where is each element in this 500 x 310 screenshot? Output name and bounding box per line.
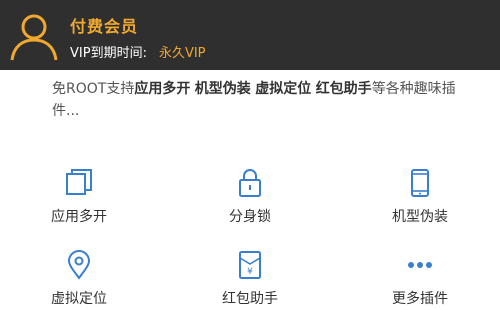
feature-description: 免ROOT支持应用多开 机型伪装 虚拟定位 红包助手等各种趣味插件... [52, 78, 472, 122]
feature-more-plugins[interactable]: 更多插件 [360, 250, 480, 308]
description-feature: 虚拟定位 [255, 81, 312, 97]
lock-icon [239, 169, 261, 197]
feature-label: 应用多开 [51, 209, 107, 225]
svg-text:¥: ¥ [247, 267, 253, 277]
vip-expiry-label: VIP到期时间: [70, 46, 147, 61]
vip-expiry: VIP到期时间: 永久VIP [70, 42, 206, 61]
feature-app-clone[interactable]: 应用多开 [19, 168, 139, 226]
feature-label: 机型伪装 [392, 209, 448, 225]
user-avatar-icon[interactable] [6, 7, 62, 63]
feature-label: 更多插件 [392, 291, 448, 307]
feature-label: 红包助手 [222, 291, 278, 307]
multi-app-icon [66, 169, 92, 195]
description-feature: 应用多开 [134, 81, 191, 97]
feature-device-spoof[interactable]: 机型伪装 [360, 168, 480, 226]
description-feature: 机型伪装 [194, 81, 251, 97]
feature-label: 虚拟定位 [51, 291, 107, 307]
vip-expiry-value: 永久VIP [158, 46, 206, 61]
red-envelope-icon: ¥ [239, 251, 261, 279]
description-prefix: 免ROOT支持 [52, 81, 135, 97]
feature-virtual-location[interactable]: 虚拟定位 [19, 250, 139, 308]
more-dots-icon [408, 262, 432, 268]
phone-icon [411, 169, 429, 197]
feature-app-lock[interactable]: 分身锁 [190, 168, 310, 226]
description-feature: 红包助手 [315, 81, 372, 97]
location-pin-icon [67, 250, 91, 280]
member-header: 付费会员 VIP到期时间: 永久VIP [0, 0, 500, 70]
feature-label: 分身锁 [229, 209, 271, 225]
feature-red-envelope[interactable]: ¥ 红包助手 [190, 250, 310, 308]
member-title: 付费会员 [70, 17, 139, 36]
